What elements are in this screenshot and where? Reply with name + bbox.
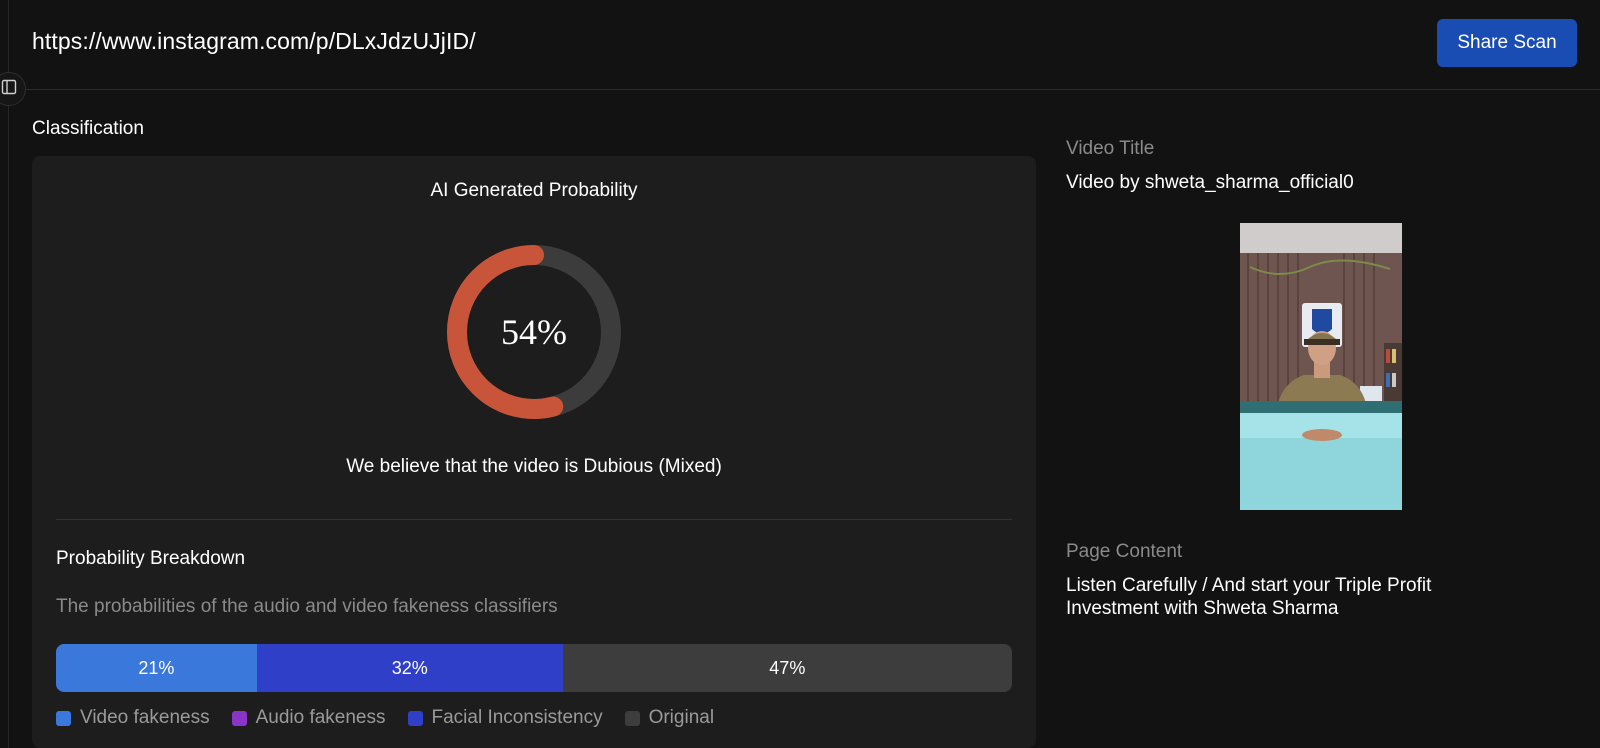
scan-result-page: https://www.instagram.com/p/DLxJdzUJjID/… bbox=[0, 0, 1600, 748]
probability-stacked-bar: 21% 32% 47% bbox=[56, 644, 1012, 692]
breakdown-legend: Video fakeness Audio fakeness Facial Inc… bbox=[56, 707, 736, 729]
page-content-value: Listen Carefully / And start your Triple… bbox=[1066, 575, 1432, 619]
segment-facial-inconsistency: 32% bbox=[256, 644, 563, 692]
page-content-label: Page Content bbox=[1066, 541, 1183, 562]
legend-label: Audio fakeness bbox=[255, 707, 386, 728]
video-title-value: Video by shweta_sharma_official0 bbox=[1066, 172, 1354, 193]
legend-item-facial-inconsistency: Facial Inconsistency bbox=[407, 707, 603, 729]
scanned-url: https://www.instagram.com/p/DLxJdzUJjID/ bbox=[32, 28, 476, 54]
classification-section-title: Classification bbox=[32, 118, 144, 139]
divider bbox=[56, 519, 1012, 520]
legend-item-original: Original bbox=[624, 707, 715, 729]
legend-label: Video fakeness bbox=[80, 707, 210, 728]
legend-label: Original bbox=[648, 707, 715, 728]
left-rail bbox=[0, 0, 9, 748]
segment-original: 47% bbox=[562, 644, 1012, 692]
legend-swatch bbox=[231, 710, 247, 726]
header-bar: https://www.instagram.com/p/DLxJdzUJjID/… bbox=[0, 0, 1600, 90]
video-thumbnail[interactable] bbox=[1240, 223, 1402, 510]
legend-swatch bbox=[56, 710, 71, 726]
legend-swatch bbox=[624, 710, 640, 726]
segment-video-fakeness: 21% bbox=[56, 644, 257, 692]
video-title-label: Video Title bbox=[1066, 138, 1155, 159]
legend-label: Facial Inconsistency bbox=[431, 707, 603, 728]
classification-card: AI Generated Probability 54% We believe … bbox=[32, 156, 1036, 748]
legend-swatch bbox=[407, 710, 423, 726]
ai-probability-heading: AI Generated Probability bbox=[430, 180, 638, 201]
breakdown-title: Probability Breakdown bbox=[56, 548, 246, 569]
sidebar-panel-icon bbox=[1, 79, 17, 100]
legend-item-video-fakeness: Video fakeness bbox=[56, 707, 210, 729]
probability-donut-chart: 54% bbox=[444, 242, 624, 422]
share-scan-button[interactable]: Share Scan bbox=[1437, 19, 1577, 67]
verdict-text: We believe that the video is Dubious (Mi… bbox=[346, 456, 722, 477]
breakdown-subtitle: The probabilities of the audio and video… bbox=[56, 596, 558, 617]
probability-value: 54% bbox=[501, 312, 567, 352]
legend-item-audio-fakeness: Audio fakeness bbox=[231, 707, 386, 729]
